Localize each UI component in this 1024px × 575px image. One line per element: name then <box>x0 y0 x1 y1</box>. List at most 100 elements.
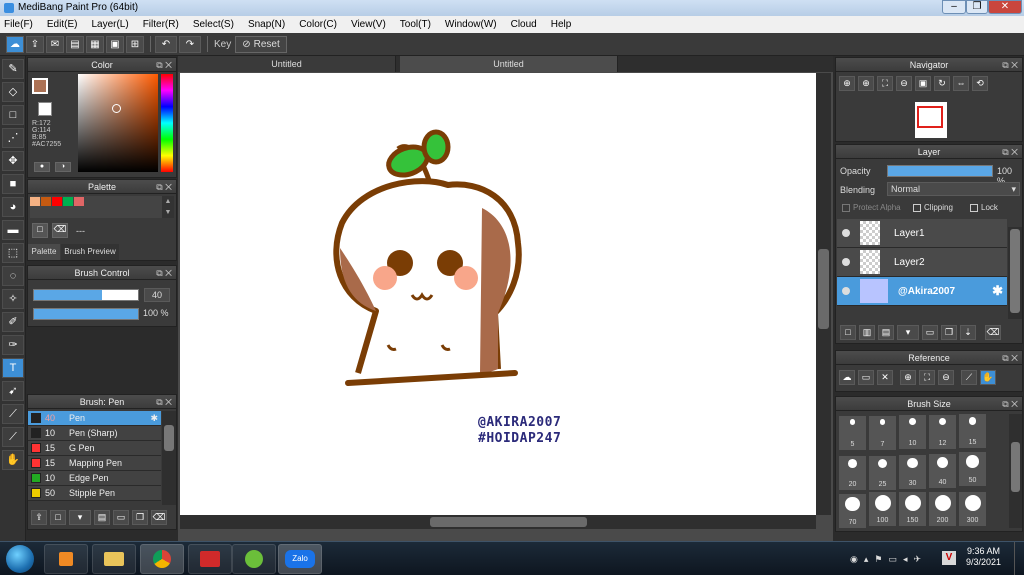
chat-icon[interactable]: ▤ <box>66 35 84 53</box>
canvas-hscrollbar[interactable] <box>180 515 816 529</box>
menu-tool[interactable]: Tool(T) <box>400 19 431 30</box>
operation-tool-icon[interactable]: ➹ <box>2 381 24 401</box>
layer-scroll-thumb[interactable] <box>1010 229 1020 313</box>
protect-alpha-checkbox[interactable]: Protect Alpha <box>842 203 901 212</box>
palette-swatch[interactable] <box>63 197 73 206</box>
palette-scroll[interactable]: ▲ ▼ <box>162 196 174 218</box>
magic-wand-tool-icon[interactable]: ✧ <box>2 289 24 309</box>
reference-zoom-out-icon[interactable]: ⊖ <box>938 370 954 385</box>
gear-icon[interactable]: ✱ <box>150 413 158 424</box>
zoom-in-icon[interactable]: ⊕ <box>839 76 855 91</box>
brush-menu-icon[interactable]: ▾ <box>69 510 91 525</box>
reference-zoom-in-icon[interactable]: ⊕ <box>900 370 916 385</box>
reference-cloud-icon[interactable]: ☁ <box>839 370 855 385</box>
reference-dropper-icon[interactable]: ⟋ <box>961 370 977 385</box>
upload-icon[interactable]: ⇪ <box>26 35 44 53</box>
minimize-button[interactable]: – <box>942 0 966 14</box>
brush-item-pen-sharp[interactable]: 10 Pen (Sharp) <box>28 426 161 441</box>
media-player-taskbar-icon[interactable] <box>44 544 88 574</box>
color-mode-button[interactable]: ● <box>34 162 50 172</box>
menu-file[interactable]: File(F) <box>4 19 33 30</box>
lasso-tool-icon[interactable]: ◌ <box>2 266 24 286</box>
brush-item-pen[interactable]: 40 Pen ✱ <box>28 411 161 426</box>
vscroll-thumb[interactable] <box>818 249 829 329</box>
brush-size-cell[interactable]: 50 <box>959 452 986 487</box>
palette-swatch[interactable] <box>41 197 51 206</box>
menu-snap[interactable]: Snap(N) <box>248 19 285 30</box>
brush-settings-icon[interactable]: ▤ <box>94 510 110 525</box>
panel-controls-icon[interactable]: ⧉ ✕ <box>156 395 172 409</box>
brush-size-value[interactable]: 40 <box>144 288 170 302</box>
folder-icon[interactable]: ▭ <box>113 510 129 525</box>
brush-item-stipple-pen[interactable]: 50 Stipple Pen <box>28 486 161 501</box>
brush-size-cell[interactable]: 200 <box>929 492 956 527</box>
menu-select[interactable]: Select(S) <box>193 19 234 30</box>
layer-row-layer1[interactable]: Layer1 <box>837 219 1007 248</box>
canvas-vscrollbar[interactable] <box>816 73 831 515</box>
reset-view-icon[interactable]: ⟲ <box>972 76 988 91</box>
brush-size-cell[interactable]: 70 <box>839 493 866 528</box>
brush-item-mapping-pen[interactable]: 15 Mapping Pen <box>28 456 161 471</box>
navigator-preview[interactable] <box>915 102 947 138</box>
new-8bit-layer-icon[interactable]: ▤ <box>878 325 894 340</box>
menu-cloud[interactable]: Cloud <box>511 19 537 30</box>
brush-list-scroll-thumb[interactable] <box>164 425 174 451</box>
close-button[interactable]: ✕ <box>988 0 1022 14</box>
brush-item-edge-pen[interactable]: 10 Edge Pen <box>28 471 161 486</box>
brush-size-scrollbar[interactable] <box>1009 414 1022 528</box>
palette-swatch[interactable] <box>52 197 62 206</box>
gradient-tool-icon[interactable]: ▬ <box>2 220 24 240</box>
comment-icon[interactable]: ✉ <box>46 35 64 53</box>
clipping-checkbox[interactable]: Clipping <box>913 203 953 212</box>
layer-folder-icon[interactable]: ▭ <box>922 325 938 340</box>
layer-list-scrollbar[interactable] <box>1008 227 1022 319</box>
brush-item-g-pen[interactable]: 15 G Pen <box>28 441 161 456</box>
clock[interactable]: 9:36 AM 9/3/2021 <box>966 546 1001 568</box>
brush-size-slider[interactable] <box>33 289 139 301</box>
fill-rect-tool-icon[interactable]: ■ <box>2 174 24 194</box>
fit-icon[interactable]: ⛶ <box>877 76 893 91</box>
brush-size-cell[interactable]: 12 <box>929 414 956 449</box>
delete-brush-icon[interactable]: ⌫ <box>151 510 167 525</box>
palette-swatch[interactable] <box>74 197 84 206</box>
rotate-icon[interactable]: ↻ <box>934 76 950 91</box>
redo-icon[interactable]: ↷ <box>179 35 201 53</box>
panel-controls-icon[interactable]: ⧉ ✕ <box>156 180 172 194</box>
secondary-color-swatch[interactable] <box>38 102 52 116</box>
text-tool-icon[interactable]: T <box>2 358 24 378</box>
panel-controls-icon[interactable]: ⧉ ✕ <box>1002 351 1018 365</box>
flip-icon[interactable]: ⇔ <box>953 76 969 91</box>
dropper-tool-icon[interactable]: ⟋ <box>2 404 24 424</box>
menu-window[interactable]: Window(W) <box>445 19 497 30</box>
shape-tool-icon[interactable]: □ <box>2 105 24 125</box>
zoom-out-icon[interactable]: ⊖ <box>896 76 912 91</box>
merge-layer-icon[interactable]: ⇣ <box>960 325 976 340</box>
navigator-viewport[interactable] <box>917 106 943 128</box>
brush-size-cell[interactable]: 30 <box>899 454 926 489</box>
new-palette-icon[interactable]: □ <box>32 223 48 238</box>
brush-size-cell[interactable]: 15 <box>959 414 986 448</box>
zalo-taskbar-icon[interactable]: Zalo <box>278 544 322 574</box>
panel-controls-icon[interactable]: ⧉ ✕ <box>1002 397 1018 411</box>
eraser-tool-icon[interactable]: ◇ <box>2 82 24 102</box>
add-brush-icon[interactable]: ⇪ <box>31 510 47 525</box>
dot-tool-icon[interactable]: ⋰ <box>2 128 24 148</box>
brush-size-scroll-thumb[interactable] <box>1011 442 1020 492</box>
dropper2-tool-icon[interactable]: ⟋ <box>2 427 24 447</box>
paint-taskbar-icon[interactable] <box>188 544 232 574</box>
hand-tool-icon[interactable]: ✋ <box>2 450 24 470</box>
delete-layer-icon[interactable]: ⌫ <box>985 325 1001 340</box>
brush-size-cell[interactable]: 100 <box>869 492 896 527</box>
gear-icon[interactable]: ✱ <box>992 283 1003 299</box>
tab-brush-preview[interactable]: Brush Preview <box>61 244 119 260</box>
panel-controls-icon[interactable]: ⧉ ✕ <box>156 266 172 280</box>
move-tool-icon[interactable]: ✥ <box>2 151 24 171</box>
lock-checkbox[interactable]: Lock <box>970 203 998 212</box>
brush-opacity-slider[interactable] <box>33 308 139 320</box>
picker-cursor[interactable] <box>112 104 121 113</box>
layer-opacity-slider[interactable] <box>887 165 993 177</box>
menu-layer[interactable]: Layer(L) <box>91 19 128 30</box>
saturation-value-picker[interactable] <box>78 74 158 172</box>
chrome-taskbar-icon[interactable] <box>140 544 184 574</box>
panel-controls-icon[interactable]: ⧉ ✕ <box>1002 58 1018 72</box>
